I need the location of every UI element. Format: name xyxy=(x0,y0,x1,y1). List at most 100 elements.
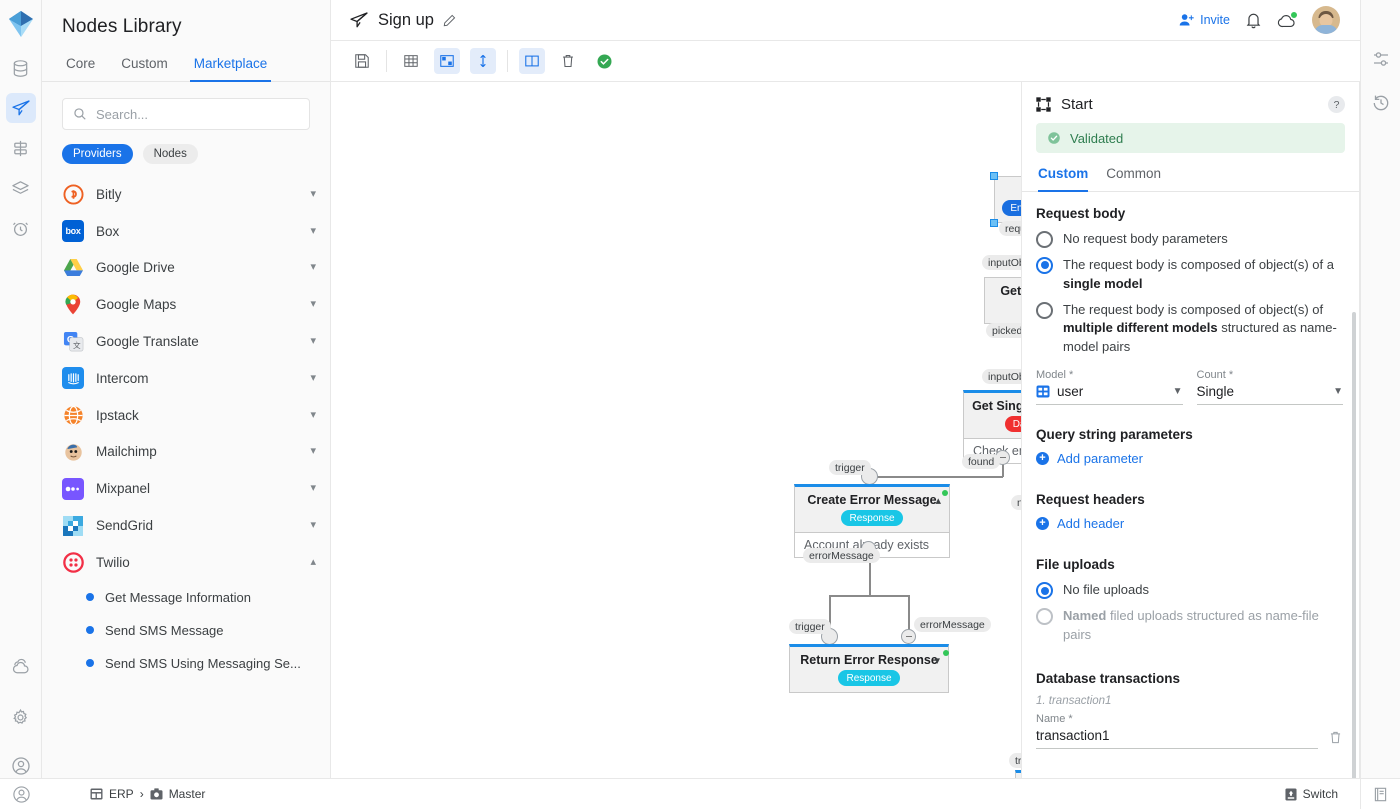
chevron-down-icon[interactable]: ▾ xyxy=(310,520,316,531)
chevron-up-icon[interactable]: ▴ xyxy=(935,494,941,507)
radio-option-no-request-body[interactable]: No request body parameters xyxy=(1036,230,1343,249)
tab-marketplace[interactable]: Marketplace xyxy=(189,50,272,82)
sidebar-item-endpoints[interactable] xyxy=(6,133,36,163)
tab-custom[interactable]: Custom xyxy=(1038,166,1089,192)
chevron-down-icon[interactable]: ▾ xyxy=(310,262,316,273)
provider-item-google-drive[interactable]: Google Drive ▾ xyxy=(42,250,330,287)
cloud-status-icon[interactable] xyxy=(1277,10,1298,29)
chevron-down-icon[interactable]: ▾ xyxy=(310,483,316,494)
pencil-icon[interactable] xyxy=(443,14,456,27)
node-badge: Response xyxy=(841,510,903,526)
provider-item-mailchimp[interactable]: Mailchimp ▾ xyxy=(42,434,330,471)
chevron-down-icon[interactable]: ▾ xyxy=(310,188,316,200)
provider-item-sendgrid[interactable]: SendGrid ▾ xyxy=(42,507,330,544)
radio-option-single-model[interactable]: The request body is composed of object(s… xyxy=(1036,256,1343,294)
vertical-arrows-icon[interactable] xyxy=(470,48,496,74)
provider-item-google-maps[interactable]: Google Maps ▾ xyxy=(42,286,330,323)
provider-item-google-translate[interactable]: G 文 Google Translate ▾ xyxy=(42,323,330,360)
chevron-up-icon[interactable]: ▴ xyxy=(310,556,316,568)
radio-button[interactable] xyxy=(1036,256,1053,274)
avatar[interactable] xyxy=(1312,6,1340,34)
search-box[interactable] xyxy=(62,98,310,130)
chevron-down-icon[interactable]: ▼ xyxy=(1173,386,1183,397)
tab-custom[interactable]: Custom xyxy=(117,50,172,82)
count-select[interactable]: Single ▼ xyxy=(1196,384,1343,406)
flow-canvas[interactable]: Start Endpoint Handler ▾ request xyxy=(331,82,1022,809)
selection-handle[interactable] xyxy=(990,172,998,180)
search-input[interactable] xyxy=(96,106,299,122)
app-logo-icon[interactable] xyxy=(0,6,42,42)
node-item-get-message-information[interactable]: Get Message Information xyxy=(42,581,330,614)
radio-option-no-file-uploads[interactable]: No file uploads xyxy=(1036,581,1343,600)
sidebar-item-settings[interactable] xyxy=(6,702,36,732)
bell-icon[interactable] xyxy=(1245,11,1262,29)
user-circle-icon[interactable] xyxy=(12,785,31,804)
check-circle-icon[interactable] xyxy=(591,48,617,74)
tab-core[interactable]: Core xyxy=(62,50,99,82)
chevron-down-icon[interactable]: ▾ xyxy=(934,654,940,667)
radio-option-named-file-uploads[interactable]: Named filed uploads structured as name-f… xyxy=(1036,607,1343,645)
chevron-down-icon[interactable]: ▾ xyxy=(310,372,316,384)
radio-button[interactable] xyxy=(1036,582,1053,600)
sidebar-item-account[interactable] xyxy=(6,751,36,781)
grid-icon[interactable] xyxy=(398,48,424,74)
switch-button[interactable]: Switch xyxy=(1285,787,1360,801)
breadcrumb-app-label[interactable]: ERP xyxy=(109,787,134,801)
chevron-down-icon[interactable]: ▾ xyxy=(310,409,316,421)
add-header-button[interactable]: + Add header xyxy=(1036,516,1343,531)
transaction-name-input[interactable]: transaction1 xyxy=(1036,728,1318,749)
help-icon[interactable]: ? xyxy=(1328,96,1345,113)
chevron-down-icon[interactable]: ▼ xyxy=(1333,386,1343,397)
provider-item-ipstack[interactable]: Ipstack ▾ xyxy=(42,397,330,434)
canvas-node-get-object-value[interactable]: Get Object Value Object ▾ xyxy=(984,277,1021,324)
columns-icon[interactable] xyxy=(519,48,545,74)
provider-item-bitly[interactable]: Bitly ▾ xyxy=(42,176,330,213)
canvas-node-start[interactable]: Start Endpoint Handler ▾ xyxy=(990,172,1021,227)
node-port-errormessage-2[interactable] xyxy=(901,629,916,644)
transaction-name-field[interactable]: Name * transaction1 xyxy=(1036,713,1318,749)
node-item-send-sms-message[interactable]: Send SMS Message xyxy=(42,614,330,647)
sidebar-item-database[interactable] xyxy=(6,53,36,83)
model-select[interactable]: user ▼ xyxy=(1036,384,1183,406)
invite-button[interactable]: Invite xyxy=(1179,13,1230,27)
chip-providers[interactable]: Providers xyxy=(62,144,133,164)
node-item-send-sms-using-messaging-service[interactable]: Send SMS Using Messaging Se... xyxy=(42,647,330,680)
chevron-down-icon[interactable]: ▾ xyxy=(310,225,316,237)
chevron-down-icon[interactable]: ▾ xyxy=(310,336,316,347)
breadcrumb-branch-label[interactable]: Master xyxy=(169,787,206,801)
canvas-node-return-error-response[interactable]: Return Error Response Response ▾ xyxy=(789,644,949,693)
sliders-icon[interactable] xyxy=(1368,46,1394,72)
radio-text: The request body is composed of object(s… xyxy=(1063,301,1324,317)
sidebar-item-flows[interactable] xyxy=(5,93,36,123)
provider-item-twilio[interactable]: Twilio ▴ xyxy=(42,544,330,581)
switch-label: Switch xyxy=(1302,787,1338,801)
radio-button[interactable] xyxy=(1036,301,1053,319)
radio-option-multiple-models[interactable]: The request body is composed of object(s… xyxy=(1036,301,1343,358)
tab-common[interactable]: Common xyxy=(1106,166,1161,192)
add-parameter-button[interactable]: + Add parameter xyxy=(1036,451,1343,466)
transaction-index-label: 1. transaction1 xyxy=(1036,694,1112,707)
sidebar-item-scheduler[interactable] xyxy=(6,213,36,243)
fit-screen-icon[interactable] xyxy=(434,48,460,74)
sidebar-item-cloud[interactable] xyxy=(6,651,36,681)
model-field[interactable]: Model * user ▼ xyxy=(1036,369,1183,406)
properties-scrollbar[interactable] xyxy=(1352,312,1356,809)
selection-handle[interactable] xyxy=(990,219,998,227)
provider-item-intercom[interactable]: Intercom ▾ xyxy=(42,360,330,397)
trash-icon[interactable] xyxy=(555,48,581,74)
chip-nodes[interactable]: Nodes xyxy=(142,144,198,164)
docs-button[interactable] xyxy=(1360,778,1400,809)
radio-button[interactable] xyxy=(1036,607,1053,625)
chevron-down-icon[interactable]: ▾ xyxy=(310,299,316,310)
canvas-node-get-single-object-by-query[interactable]: Get Single Object by Query Database - CR… xyxy=(963,390,1021,464)
history-icon[interactable] xyxy=(1368,90,1394,116)
radio-button[interactable] xyxy=(1036,231,1053,248)
count-field[interactable]: Count * Single ▼ xyxy=(1196,369,1343,406)
sidebar-item-layers[interactable] xyxy=(6,173,36,203)
trash-icon[interactable] xyxy=(1328,730,1343,749)
provider-item-mixpanel[interactable]: Mixpanel ▾ xyxy=(42,470,330,507)
floppy-disk-icon[interactable] xyxy=(349,48,375,74)
properties-panel: Start ? Validated Custom Common Request … xyxy=(1022,82,1360,809)
chevron-down-icon[interactable]: ▾ xyxy=(310,446,316,457)
provider-item-box[interactable]: box Box ▾ xyxy=(42,213,330,250)
